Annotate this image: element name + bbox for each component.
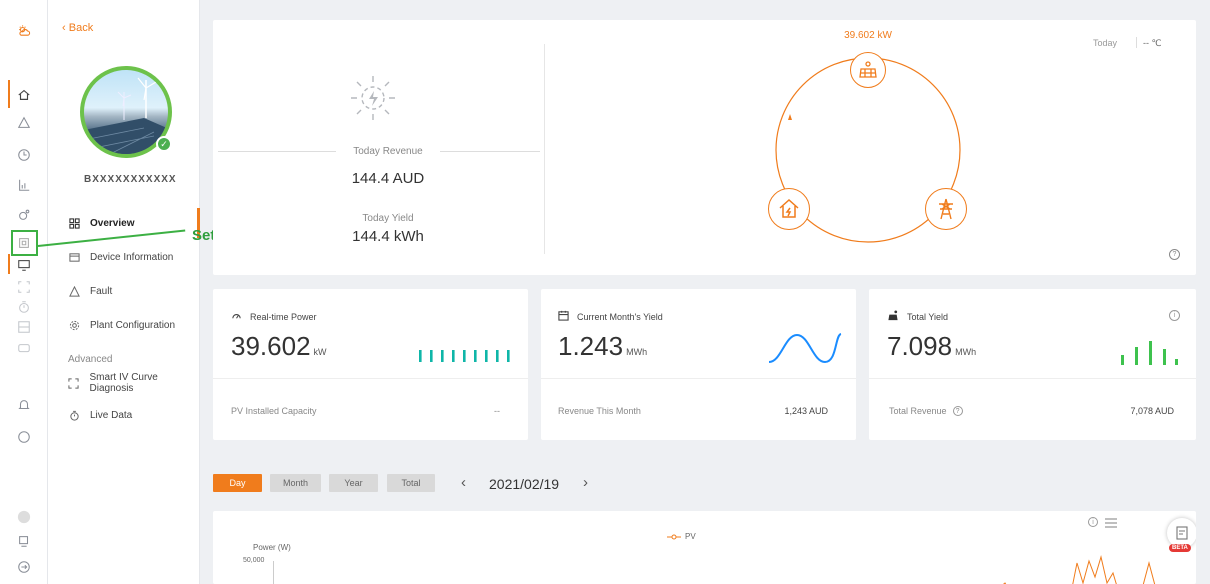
date-label[interactable]: 2021/02/19 bbox=[489, 476, 559, 492]
grid-icon bbox=[68, 217, 80, 229]
menu-label: Plant Configuration bbox=[90, 319, 176, 331]
maintenance-icon[interactable] bbox=[14, 206, 34, 224]
stat-sub-label: Total Revenue bbox=[889, 406, 947, 416]
stat-card-total-yield: Total Yield i 7.098 MWh Total Revenue ? … bbox=[869, 289, 1196, 440]
plant-sidebar: ‹ Back ✓ BXXXXXXXXXXX Overview Device In… bbox=[48, 0, 200, 584]
stat-value: 7.098 bbox=[887, 331, 953, 361]
flow-period-label[interactable]: Today bbox=[1093, 38, 1117, 48]
stopwatch-icon bbox=[68, 409, 80, 421]
question-circle-icon[interactable]: ? bbox=[952, 406, 963, 416]
gear-icon bbox=[68, 319, 80, 331]
monitor-icon[interactable] bbox=[14, 256, 34, 274]
stat-sub-value: -- bbox=[494, 406, 500, 416]
stat-unit: kW bbox=[313, 347, 327, 357]
chat-icon[interactable] bbox=[14, 340, 34, 358]
gauge-icon bbox=[231, 310, 242, 323]
menu-label: Live Data bbox=[90, 409, 133, 421]
advanced-heading: Advanced bbox=[68, 354, 113, 365]
iv-curve-icon bbox=[68, 377, 80, 389]
tab-total[interactable]: Total bbox=[387, 474, 435, 492]
tab-day[interactable]: Day bbox=[213, 474, 262, 492]
y-tick-top: 50,000 bbox=[243, 557, 265, 564]
stat-unit: MWh bbox=[955, 347, 977, 357]
today-revenue-value: 144.4 AUD bbox=[351, 170, 425, 187]
grid-tower-icon bbox=[925, 188, 967, 230]
alarm-icon[interactable] bbox=[14, 114, 34, 132]
today-revenue-label: Today Revenue bbox=[353, 146, 423, 157]
logout-icon[interactable] bbox=[14, 558, 34, 576]
back-label: Back bbox=[68, 22, 94, 34]
user-avatar-icon[interactable] bbox=[14, 508, 34, 526]
today-yield-value: 144.4 kWh bbox=[352, 228, 424, 245]
icon-rail bbox=[0, 0, 48, 584]
stat-title: Total Yield bbox=[907, 311, 949, 322]
stat-card-realtime-power: Real-time Power 39.602 kW PV Installed C… bbox=[213, 289, 528, 440]
stat-title: Real-time Power bbox=[250, 311, 317, 322]
menu-item-overview[interactable]: Overview bbox=[48, 208, 200, 238]
info-icon[interactable]: i bbox=[1169, 310, 1180, 321]
menu-item-smart-iv-curve[interactable]: Smart IV Curve Diagnosis bbox=[48, 368, 200, 398]
menu-item-plant-configuration[interactable]: Plant Configuration bbox=[48, 310, 200, 340]
stat-sub-value: 7,078 AUD bbox=[1130, 406, 1174, 416]
home-load-icon bbox=[768, 188, 810, 230]
menu-label: Device Information bbox=[90, 251, 174, 263]
stat-unit: MWh bbox=[626, 347, 648, 357]
overview-card: Today Revenue 144.4 AUD Today Yield 144.… bbox=[213, 20, 1196, 275]
stat-sub-label: PV Installed Capacity bbox=[231, 406, 317, 416]
stat-title: Current Month's Yield bbox=[577, 311, 663, 322]
tab-year[interactable]: Year bbox=[329, 474, 378, 492]
power-bars-icon bbox=[419, 350, 510, 362]
beta-badge: BETA bbox=[1169, 544, 1191, 552]
menu-item-device-information[interactable]: Device Information bbox=[48, 242, 200, 272]
flow-power-label: 39.602 kW bbox=[844, 30, 892, 41]
app-icon[interactable] bbox=[14, 532, 34, 550]
stat-sub-label: Revenue This Month bbox=[558, 406, 641, 416]
report-icon[interactable] bbox=[14, 176, 34, 194]
today-yield-label: Today Yield bbox=[362, 213, 414, 224]
menu-label: Overview bbox=[90, 217, 135, 229]
stat-card-month-yield: Current Month's Yield 1.243 MWh Revenue … bbox=[541, 289, 856, 440]
legend-line-icon bbox=[667, 534, 681, 539]
solar-panel-icon bbox=[850, 52, 886, 88]
back-link[interactable]: ‹ Back bbox=[62, 22, 93, 34]
revenue-sun-icon bbox=[343, 68, 403, 128]
warning-icon bbox=[68, 285, 80, 297]
settings-highlight-box bbox=[11, 230, 38, 256]
pv-power-curve bbox=[1003, 555, 1156, 584]
chart-info-icon[interactable]: i bbox=[1088, 517, 1098, 527]
stat-sub-value: 1,243 AUD bbox=[784, 406, 828, 416]
chart-legend[interactable]: PV bbox=[667, 532, 696, 541]
calendar-icon bbox=[558, 310, 569, 323]
plant-name: BXXXXXXXXXXX bbox=[84, 174, 177, 185]
help-circle-icon[interactable]: ? bbox=[1169, 249, 1180, 260]
stat-value: 1.243 bbox=[558, 331, 624, 361]
chart-y-label: Power (W) bbox=[253, 543, 291, 552]
tab-month[interactable]: Month bbox=[270, 474, 321, 492]
green-bars-icon bbox=[1121, 341, 1178, 365]
menu-item-live-data[interactable]: Live Data bbox=[48, 400, 200, 430]
timer-icon[interactable] bbox=[14, 298, 34, 316]
wave-trend-icon bbox=[768, 333, 842, 364]
menu-item-fault[interactable]: Fault bbox=[48, 276, 200, 306]
home-icon[interactable] bbox=[14, 86, 34, 104]
notification-bell-icon[interactable] bbox=[14, 396, 34, 414]
clock-icon[interactable] bbox=[14, 146, 34, 164]
online-check-icon: ✓ bbox=[156, 136, 172, 152]
stat-value: 39.602 bbox=[231, 331, 311, 361]
next-date-chevron-icon[interactable]: › bbox=[583, 474, 588, 491]
device-icon bbox=[68, 251, 80, 263]
weather-logo-icon[interactable] bbox=[14, 22, 34, 40]
chart-menu-icon[interactable] bbox=[1105, 515, 1117, 533]
legend-label: PV bbox=[685, 532, 696, 541]
menu-label: Fault bbox=[90, 285, 113, 297]
power-chart-card: PV Power (W) 50,000 i BETA bbox=[213, 511, 1196, 584]
device-grid-icon[interactable] bbox=[14, 318, 34, 336]
scan-icon[interactable] bbox=[14, 278, 34, 296]
temperature-label: -- ℃ bbox=[1143, 38, 1162, 48]
menu-label: Smart IV Curve Diagnosis bbox=[89, 372, 158, 394]
prev-date-chevron-icon[interactable]: ‹ bbox=[461, 474, 466, 491]
help-icon[interactable] bbox=[14, 428, 34, 446]
solar-panel-small-icon bbox=[887, 310, 899, 323]
